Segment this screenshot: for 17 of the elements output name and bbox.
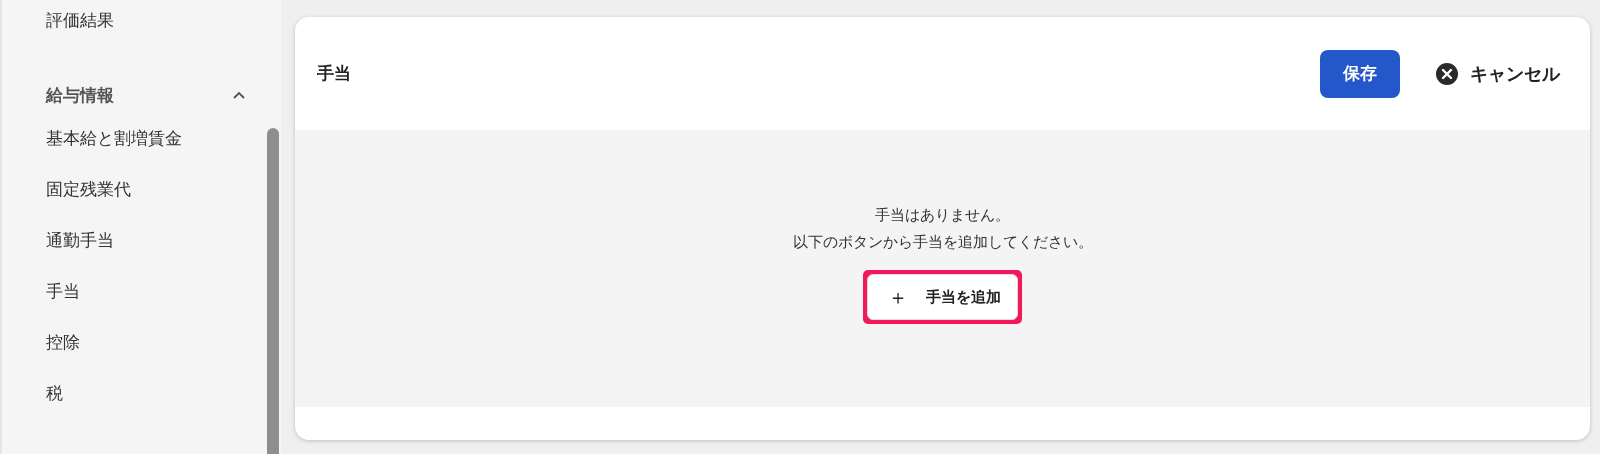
sidebar-item[interactable]: 基本給と割増賃金 bbox=[46, 123, 265, 174]
empty-message: 以下のボタンから手当を追加してください。 bbox=[792, 232, 1093, 253]
close-icon bbox=[1436, 62, 1458, 85]
chevron-icon bbox=[232, 90, 246, 100]
sidebar-item[interactable]: 控除 bbox=[46, 327, 265, 378]
cancel-button[interactable]: キャンセル bbox=[1414, 61, 1560, 86]
add-allowance-button[interactable]: ＋ 手当を追加 bbox=[867, 274, 1018, 320]
save-button[interactable]: 保存 bbox=[1320, 49, 1400, 98]
sidebar-section-header[interactable]: 給与情報 bbox=[46, 71, 246, 119]
sidebar-item[interactable]: 手当 bbox=[46, 276, 265, 327]
card-title: 手当 bbox=[317, 62, 352, 85]
sidebar-item[interactable]: 通勤手当 bbox=[46, 225, 265, 276]
sidebar-item[interactable]: 税 bbox=[46, 378, 265, 429]
sidebar-item[interactable]: 固定残業代 bbox=[46, 174, 265, 225]
sidebar-item[interactable]: 評価結果 bbox=[46, 5, 265, 56]
empty-message: 手当はありません。 bbox=[875, 205, 1010, 226]
scrollbar-thumb[interactable] bbox=[267, 128, 279, 454]
